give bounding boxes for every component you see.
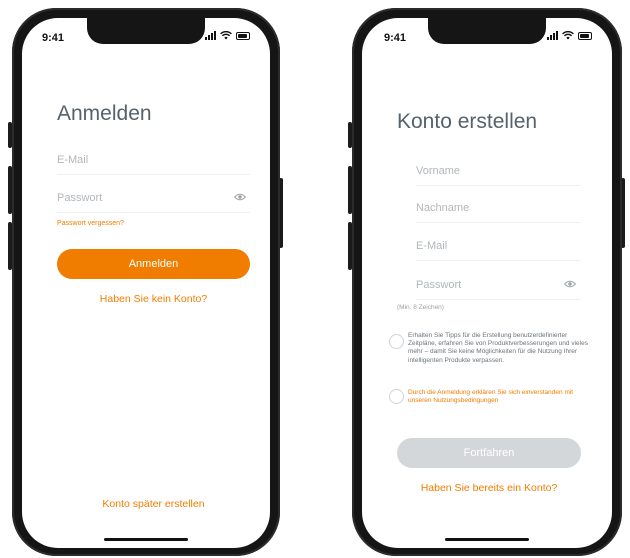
continue-button[interactable]: Fortfahren [397, 438, 581, 468]
login-button[interactable]: Anmelden [57, 249, 250, 279]
email-placeholder: E-Mail [416, 240, 448, 252]
eye-icon[interactable] [234, 193, 246, 201]
last-name-placeholder: Nachname [416, 202, 470, 214]
page-title: Konto erstellen [397, 110, 538, 133]
forgot-password-link[interactable]: Passwort vergessen? [57, 220, 124, 227]
email-field[interactable]: E-Mail [416, 236, 580, 261]
notch [87, 18, 205, 44]
login-screen: 9:41 Anmelden E-Mail Passwort Passwort v… [22, 18, 270, 548]
terms-radio-unchecked-icon[interactable] [389, 389, 404, 404]
terms-consent-text[interactable]: Durch die Anmeldung erklären Sie sich ei… [408, 389, 592, 405]
password-field[interactable]: Passwort [57, 188, 250, 213]
first-name-field[interactable]: Vorname [416, 161, 580, 186]
no-account-link[interactable]: Haben Sie kein Konto? [57, 293, 250, 305]
login-button-label: Anmelden [128, 258, 179, 270]
password-field[interactable]: Passwort [416, 275, 580, 300]
create-account-later-link[interactable]: Konto später erstellen [57, 498, 250, 510]
wifi-icon [220, 31, 232, 40]
password-placeholder: Passwort [57, 192, 103, 204]
first-name-placeholder: Vorname [416, 165, 461, 177]
page-title: Anmelden [57, 102, 152, 125]
phone-signup: 9:41 Konto erstellen Vorname Nachname E-… [352, 8, 622, 556]
battery-icon [578, 31, 592, 40]
signup-screen: 9:41 Konto erstellen Vorname Nachname E-… [362, 18, 612, 548]
status-icons [205, 31, 250, 40]
notch [428, 18, 546, 44]
battery-icon [236, 31, 250, 40]
home-indicator [104, 538, 188, 541]
home-indicator [445, 538, 529, 541]
status-icons [547, 31, 592, 40]
tips-consent-text: Erhalten Sie Tipps für die Erstellung be… [408, 332, 588, 364]
status-time: 9:41 [384, 32, 407, 44]
continue-button-label: Fortfahren [463, 447, 515, 459]
password-placeholder: Passwort [416, 279, 462, 291]
signal-icon [547, 31, 558, 40]
email-field[interactable]: E-Mail [57, 150, 250, 175]
last-name-field[interactable]: Nachname [416, 198, 580, 223]
wifi-icon [562, 31, 574, 40]
status-time: 9:41 [42, 32, 65, 44]
email-placeholder: E-Mail [57, 154, 89, 166]
has-account-link[interactable]: Haben Sie bereits ein Konto? [397, 482, 581, 494]
signal-icon [205, 31, 216, 40]
eye-icon[interactable] [564, 280, 576, 288]
password-hint: (Min. 8 Zeichen) [397, 304, 444, 311]
tips-radio-unchecked-icon[interactable] [389, 334, 404, 349]
phone-login: 9:41 Anmelden E-Mail Passwort Passwort v… [12, 8, 280, 556]
